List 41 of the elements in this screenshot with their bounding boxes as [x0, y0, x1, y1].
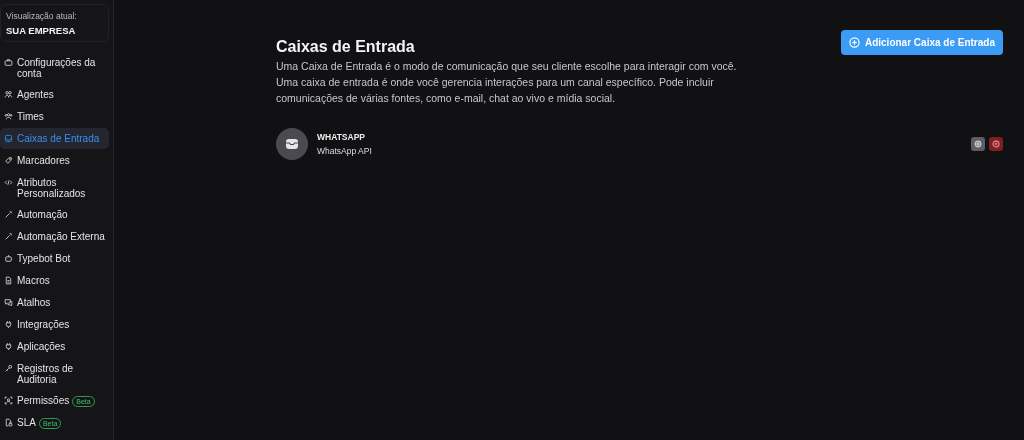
sidebar-item[interactable]: Automação: [0, 204, 109, 225]
sidebar-item[interactable]: Aplicações: [0, 336, 109, 357]
inbox-avatar: [276, 128, 308, 160]
chat-icon: [4, 298, 13, 307]
sidebar-item[interactable]: Integrações: [0, 314, 109, 335]
briefcase-icon: [4, 58, 13, 67]
team-icon: [4, 112, 13, 121]
wand-icon: [4, 210, 13, 219]
inbox-icon: [4, 134, 13, 143]
page-description: Uma Caixa de Entrada é o modo de comunicação que seu cliente escolhe para interagir com você. Uma caixa de entrada é onde você gerencia interações para um canal específico. Pode incluir comunicações de várias fontes, como e-mail, chat ao vivo e mídia social.: [276, 59, 738, 106]
sidebar-item[interactable]: Automação Externa: [0, 226, 109, 247]
circle-x-icon: [992, 140, 1000, 148]
bot-icon: [4, 254, 13, 263]
user-scan-icon: [4, 396, 13, 405]
page-title: Caixas de Entrada: [276, 38, 415, 56]
delete-button[interactable]: [989, 137, 1003, 151]
plug-icon: [4, 342, 13, 351]
sidebar-item[interactable]: Atributos Personalizados: [0, 172, 109, 203]
code-icon: [4, 178, 13, 187]
sidebar-item[interactable]: Times: [0, 106, 109, 127]
tag-icon: [4, 156, 13, 165]
sidebar-item[interactable]: Registros de Auditoria: [0, 358, 109, 389]
account-label: Visualização atual:: [6, 11, 78, 21]
settings-button[interactable]: [971, 137, 985, 151]
sidebar-item[interactable]: Typebot Bot: [0, 248, 109, 269]
account-name: SUA EMPRESA: [6, 25, 77, 36]
plus-circle-icon: [848, 37, 860, 48]
wand-icon: [4, 232, 13, 241]
key-icon: [4, 364, 13, 373]
document-lock-icon: [4, 418, 13, 427]
inbox-channel: WhatsApp API: [317, 146, 373, 156]
sidebar-item[interactable]: Atalhos: [0, 292, 109, 313]
sidebar-item[interactable]: Macros: [0, 270, 109, 291]
people-icon: [4, 90, 13, 99]
sidebar-item[interactable]: Caixas de Entrada: [0, 128, 109, 149]
inbox-name: WHATSAPP: [317, 132, 366, 142]
sidebar-item[interactable]: Marcadores: [0, 150, 109, 171]
file-icon: [4, 276, 13, 285]
sidebar-item[interactable]: Configurações da conta: [0, 52, 109, 83]
sidebar-item[interactable]: Agentes: [0, 84, 109, 105]
plug-icon: [4, 320, 13, 329]
